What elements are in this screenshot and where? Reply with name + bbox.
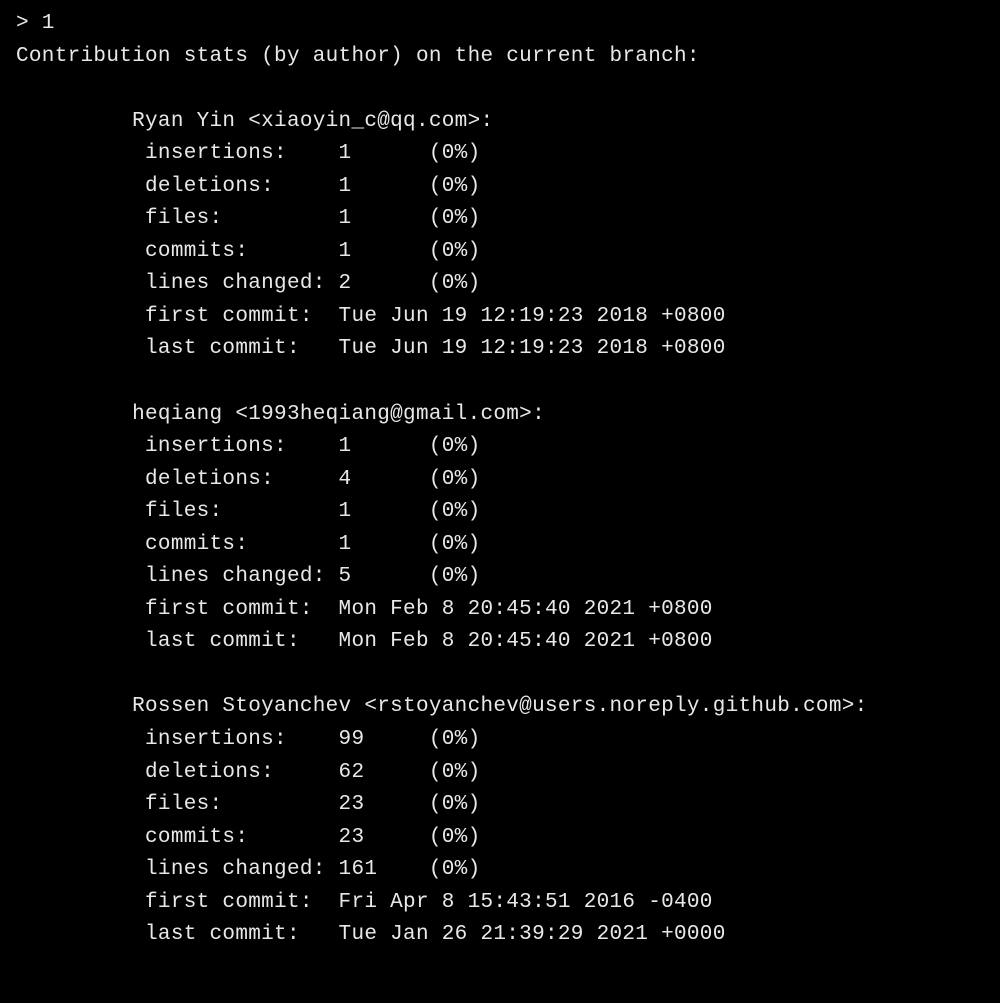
stat-files: files: 1 (0%) [16, 203, 984, 236]
stat-last-commit: last commit: Tue Jun 19 12:19:23 2018 +0… [16, 333, 984, 366]
stat-insertions: insertions: 1 (0%) [16, 138, 984, 171]
stat-files: files: 1 (0%) [16, 496, 984, 529]
stat-deletions: deletions: 1 (0%) [16, 171, 984, 204]
author-block: heqiang <1993heqiang@gmail.com>: inserti… [16, 399, 984, 659]
author-block: Rossen Stoyanchev <rstoyanchev@users.nor… [16, 691, 984, 951]
stat-lines-changed: lines changed: 2 (0%) [16, 268, 984, 301]
author-name: heqiang <1993heqiang@gmail.com>: [16, 399, 984, 432]
stat-lines-changed: lines changed: 161 (0%) [16, 854, 984, 887]
stat-first-commit: first commit: Mon Feb 8 20:45:40 2021 +0… [16, 594, 984, 627]
stat-insertions: insertions: 1 (0%) [16, 431, 984, 464]
author-name: Ryan Yin <xiaoyin_c@qq.com>: [16, 106, 984, 139]
stat-last-commit: last commit: Mon Feb 8 20:45:40 2021 +08… [16, 626, 984, 659]
author-block: Ryan Yin <xiaoyin_c@qq.com>: insertions:… [16, 106, 984, 366]
authors-container: Ryan Yin <xiaoyin_c@qq.com>: insertions:… [16, 106, 984, 952]
stat-commits: commits: 1 (0%) [16, 529, 984, 562]
stat-last-commit: last commit: Tue Jan 26 21:39:29 2021 +0… [16, 919, 984, 952]
stat-deletions: deletions: 4 (0%) [16, 464, 984, 497]
header-line: Contribution stats (by author) on the cu… [16, 41, 984, 74]
stat-deletions: deletions: 62 (0%) [16, 757, 984, 790]
author-name: Rossen Stoyanchev <rstoyanchev@users.nor… [16, 691, 984, 724]
stat-lines-changed: lines changed: 5 (0%) [16, 561, 984, 594]
stat-files: files: 23 (0%) [16, 789, 984, 822]
prompt-line: > 1 [16, 8, 984, 41]
stat-commits: commits: 23 (0%) [16, 822, 984, 855]
stat-insertions: insertions: 99 (0%) [16, 724, 984, 757]
stat-first-commit: first commit: Fri Apr 8 15:43:51 2016 -0… [16, 887, 984, 920]
stat-commits: commits: 1 (0%) [16, 236, 984, 269]
stat-first-commit: first commit: Tue Jun 19 12:19:23 2018 +… [16, 301, 984, 334]
